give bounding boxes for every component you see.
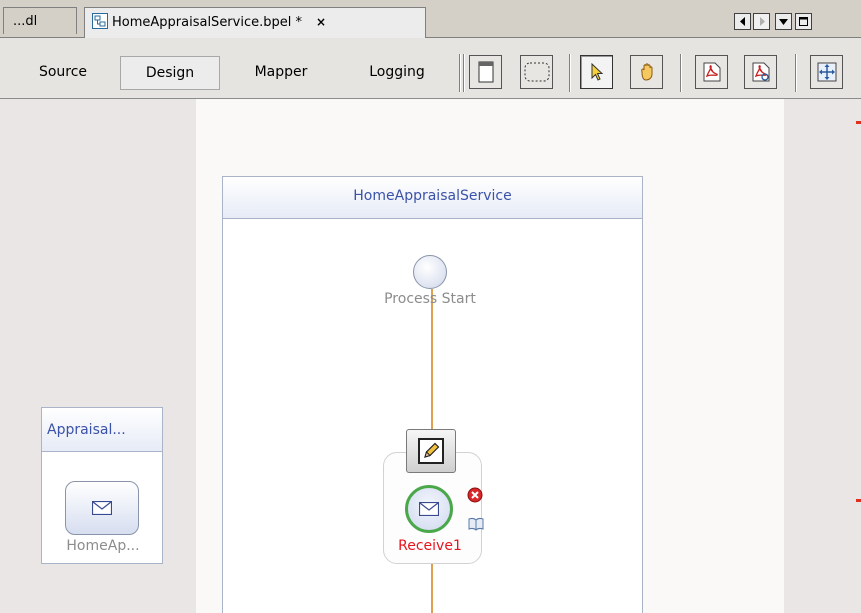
- close-tab-icon[interactable]: ×: [316, 15, 326, 29]
- tab-list-dropdown-icon[interactable]: [775, 13, 792, 30]
- view-design-button[interactable]: Design: [120, 56, 220, 90]
- flow-connector: [431, 289, 433, 429]
- toolbar-separator: [459, 54, 461, 92]
- receive-activity-node[interactable]: [405, 485, 453, 533]
- overview-marker: [856, 121, 861, 124]
- view-toolbar: Source Design Mapper Logging: [0, 38, 861, 99]
- editor-tab-previous[interactable]: ...dl: [3, 7, 77, 34]
- show-partner-links-icon[interactable]: [469, 55, 502, 89]
- maximize-window-icon[interactable]: [795, 13, 812, 30]
- canvas-right-margin: [784, 99, 861, 613]
- print-pdf-icon[interactable]: [695, 55, 728, 89]
- partner-link-title: Appraisal...: [42, 408, 162, 452]
- bpel-file-icon: [92, 13, 108, 29]
- design-canvas[interactable]: HomeAppraisalService Process Start Recei…: [0, 99, 861, 613]
- process-title[interactable]: HomeAppraisalService: [223, 177, 642, 219]
- error-icon[interactable]: [467, 487, 483, 503]
- scroll-tabs-right-icon[interactable]: [753, 13, 770, 30]
- toolbar-separator: [680, 54, 682, 92]
- toolbar-separator: [569, 54, 571, 92]
- receive-activity-label: Receive1: [398, 538, 462, 554]
- marquee-select-icon[interactable]: [520, 55, 553, 89]
- editor-tab-previous-label: ...dl: [13, 14, 38, 29]
- partner-link[interactable]: Appraisal... HomeAp...: [41, 407, 163, 564]
- partner-operation-button[interactable]: [65, 481, 139, 535]
- toolbar-separator: [463, 54, 465, 92]
- editor-tab-active-label: HomeAppraisalService.bpel *: [112, 15, 302, 30]
- edit-activity-button[interactable]: [406, 429, 456, 473]
- view-logging-button[interactable]: Logging: [346, 56, 448, 90]
- process-start-label: Process Start: [384, 291, 476, 307]
- view-source-button[interactable]: Source: [20, 56, 106, 90]
- process-start-node[interactable]: [413, 255, 447, 289]
- documentation-icon[interactable]: [468, 517, 484, 531]
- envelope-icon: [92, 501, 112, 515]
- fit-diagram-icon[interactable]: [810, 55, 843, 89]
- scroll-tabs-left-icon[interactable]: [734, 13, 751, 30]
- select-pointer-icon[interactable]: [580, 55, 613, 89]
- toolbar-separator: [795, 54, 797, 92]
- overview-marker: [856, 499, 861, 502]
- hand-pan-icon[interactable]: [630, 55, 663, 89]
- envelope-icon: [419, 502, 439, 516]
- partner-operation-label: HomeAp...: [66, 538, 140, 554]
- view-mapper-button[interactable]: Mapper: [233, 56, 329, 90]
- editor-tab-strip: ...dl HomeAppraisalService.bpel * ×: [0, 0, 861, 38]
- export-pdf-icon[interactable]: [744, 55, 777, 89]
- flow-connector: [431, 564, 433, 613]
- editor-tab-active[interactable]: HomeAppraisalService.bpel * ×: [84, 7, 426, 38]
